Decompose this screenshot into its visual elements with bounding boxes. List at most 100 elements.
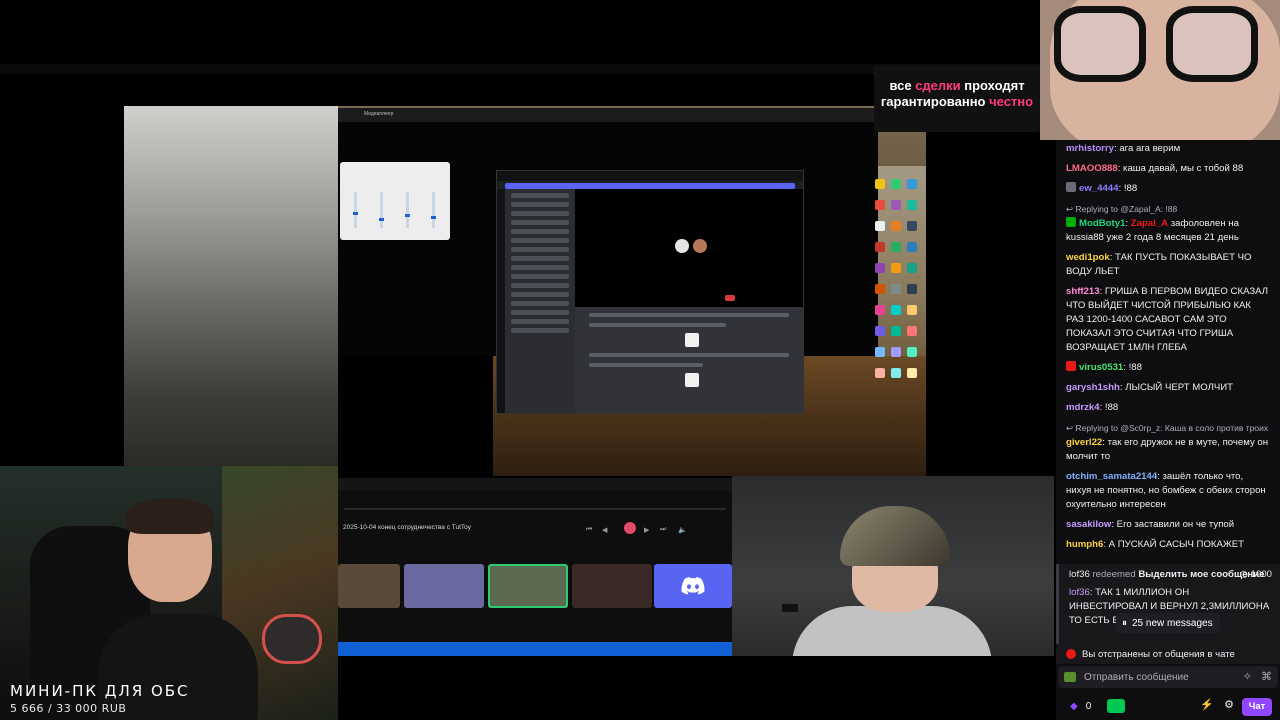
chat-message: ↩ Replying to @Sc0rp_z: Каша в соло прот… (1066, 421, 1270, 464)
discord-icon (681, 577, 705, 595)
discord-voice-call (575, 189, 803, 307)
points-cost: ◷ 1000 (1239, 569, 1272, 580)
redeem-user[interactable]: lof36 (1069, 569, 1090, 580)
reply-reference[interactable]: ↩ Replying to @Zapal_A: !88 (1066, 202, 1270, 216)
chat-username[interactable]: ModBoty1 (1079, 218, 1125, 229)
discord-server-list[interactable] (497, 189, 505, 413)
chat-message: garysh1shh: ЛЫСЫЙ ЧЕРТ МОЛЧИТ (1066, 381, 1270, 395)
chat-send-button[interactable]: Чат (1242, 698, 1272, 716)
donation-goal-title: МИНИ-ПК ДЛЯ ОБС (10, 682, 190, 700)
chat-text: : !88 (1123, 362, 1142, 373)
chat-message: mdrzk4: !88 (1066, 401, 1270, 415)
chat-input[interactable]: Отправить сообщение ✧ ⌘ (1058, 666, 1278, 688)
rewind-icon[interactable]: ◀ (602, 526, 607, 534)
windows-taskbar[interactable] (338, 642, 732, 656)
thumbnail-strip (338, 564, 732, 608)
volume-icon[interactable]: 🔈 (678, 526, 687, 534)
chat-username[interactable]: otchim_samata2144 (1066, 471, 1157, 482)
ban-icon (1066, 649, 1076, 659)
prev-icon[interactable]: ⏮ (586, 526, 592, 534)
emote-icon[interactable]: ✧ (1243, 670, 1252, 683)
chat-message: mrhistorry: ага ага верим (1066, 142, 1270, 156)
chat-text: : А ПУСКАЙ САСЫЧ ПОКАЖЕТ (1103, 539, 1245, 550)
commands-icon[interactable]: ⌘ (1261, 670, 1272, 683)
embed-image (685, 333, 699, 347)
call-avatar (693, 239, 707, 253)
chat-username[interactable]: lof36 (1069, 587, 1090, 598)
chat-message: wedi1pok: ТАК ПУСТЬ ПОКАЗЫВАЕТ ЧО ВОДУ Л… (1066, 251, 1270, 279)
microphone (262, 614, 322, 664)
donation-goal-progress: 5 666 / 33 000 RUB (10, 702, 127, 715)
chat-bottom-bar: ◆ 0 ⚡ ⚙ Чат (1056, 692, 1280, 720)
block-icon (1066, 182, 1076, 192)
thumbnail[interactable] (488, 564, 568, 608)
chat-message: LMAOO888: каша давай, мы с тобой 88 (1066, 162, 1270, 176)
discord-thumbnail[interactable] (654, 564, 732, 608)
chat-username[interactable]: virus0531 (1079, 362, 1123, 373)
chat-message: ew_4444: !88 (1066, 182, 1270, 196)
player-toolbar[interactable] (338, 478, 732, 490)
webcam-top (1040, 0, 1280, 140)
black-overlay (338, 356, 493, 476)
chat-username[interactable]: mrhistorry (1066, 143, 1114, 154)
wand-icon[interactable]: ⚡ (1200, 698, 1214, 711)
chat-message: humph6: А ПУСКАЙ САСЫЧ ПОКАЖЕТ (1066, 538, 1270, 552)
volume-mixer[interactable] (340, 162, 450, 240)
gear-icon[interactable]: ⚙ (1224, 698, 1234, 711)
track-title: 2025-10-04 конец сотрудничества с TutToy (343, 524, 472, 531)
chat-username[interactable]: humph6 (1066, 539, 1103, 550)
desktop-icons[interactable] (872, 176, 922, 466)
chat-text: : каша давай, мы с тобой 88 (1117, 163, 1244, 174)
promo-banner: все сделки проходят гарантированно честн… (874, 66, 1040, 132)
chat-mention[interactable]: Zapal_A (1131, 218, 1168, 229)
chat-panel: mrhistorry: ага ага верим LMAOO888: каша … (1056, 140, 1280, 720)
media-window-title: Медиаплеер (364, 111, 394, 117)
chat-message: ↩ Replying to @Zapal_A: !88 ModBoty1: Zap… (1066, 202, 1270, 245)
chat-username[interactable]: mdrzk4 (1066, 402, 1100, 413)
media-player[interactable]: 2025-10-04 конец сотрудничества с TutToy… (338, 478, 732, 656)
forward-icon[interactable]: ▶ (644, 526, 649, 534)
pause-icon: ⏸ (1122, 617, 1127, 629)
channel-points[interactable]: ◆ 0 (1070, 701, 1091, 712)
mod-icon (1066, 217, 1076, 227)
stream-frame: Медиаплеер 2025-10-04 конец сотрудничест… (0, 0, 1280, 720)
playback-progress[interactable] (344, 508, 726, 510)
chat-message: virus0531: !88 (1066, 361, 1270, 375)
chat-message: sasakilow: Его заставили он че тупой (1066, 518, 1270, 532)
chat-username[interactable]: wedi1pok (1066, 252, 1110, 263)
discord-window[interactable] (496, 170, 804, 414)
chat-text: : ага ага верим (1113, 143, 1181, 154)
vip-icon (1066, 361, 1076, 371)
points-icon: ◆ (1070, 700, 1078, 712)
chat-text: : !88 (1099, 402, 1119, 413)
new-messages-button[interactable]: ⏸ 25 new messages (1116, 613, 1220, 633)
gift-icon[interactable] (1107, 699, 1126, 713)
hangup-button[interactable] (725, 295, 735, 301)
wallpaper-mountain (124, 106, 338, 468)
discord-channel-list[interactable] (505, 189, 575, 413)
embed-image (685, 373, 699, 387)
chat-username[interactable]: shff213 (1066, 286, 1100, 297)
banned-notice: Вы отстранены от общения в чате (1056, 644, 1280, 664)
play-button[interactable] (624, 522, 636, 534)
webcam-guest (732, 476, 1054, 656)
thumbnail[interactable] (572, 564, 652, 608)
chat-text: : Его заставили он че тупой (1111, 519, 1235, 530)
chat-username[interactable]: giverl22 (1066, 437, 1102, 448)
reply-reference[interactable]: ↩ Replying to @Sc0rp_z: Каша в соло прот… (1066, 421, 1270, 435)
badge-icon[interactable] (1064, 672, 1076, 682)
thumbnail[interactable] (338, 564, 400, 608)
discord-titlebar (497, 171, 803, 181)
chat-text: : ЛЫСЫЙ ЧЕРТ МОЛЧИТ (1119, 382, 1234, 393)
chat-username[interactable]: garysh1shh (1066, 382, 1120, 393)
discord-text-chat (575, 307, 803, 413)
chat-username[interactable]: LMAOO888 (1066, 163, 1118, 174)
thumbnail[interactable] (404, 564, 484, 608)
chat-messages[interactable]: mrhistorry: ага ага верим LMAOO888: каша … (1056, 140, 1280, 564)
captured-desktop: Медиаплеер (124, 106, 926, 476)
media-window-titlebar[interactable] (338, 108, 878, 122)
chat-username[interactable]: ew_4444 (1079, 183, 1118, 194)
call-avatar (675, 239, 689, 253)
next-icon[interactable]: ⏭ (660, 526, 666, 534)
chat-username[interactable]: sasakilow (1066, 519, 1111, 530)
